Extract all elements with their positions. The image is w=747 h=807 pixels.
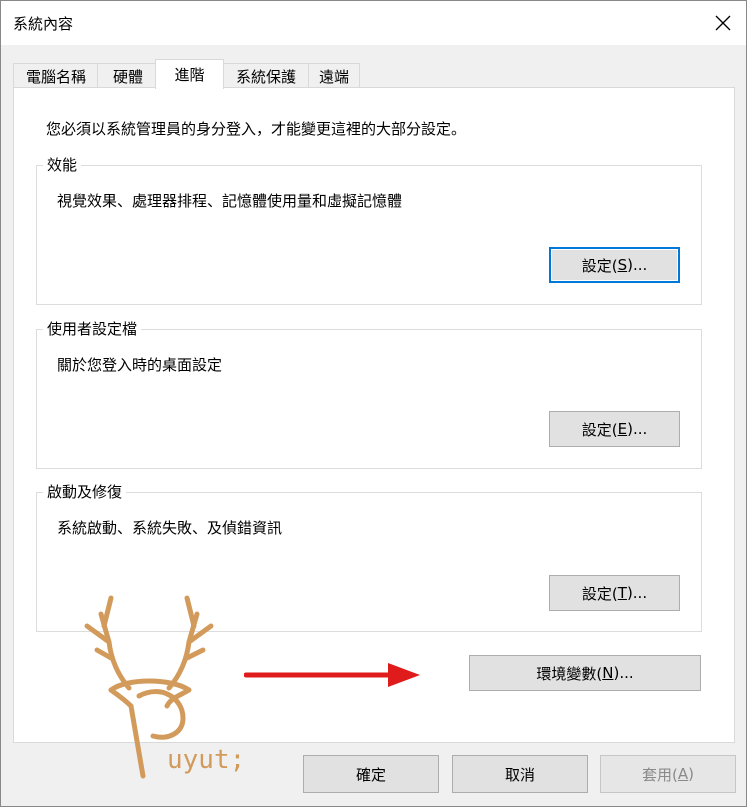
tab-system-protection[interactable]: 系統保護 xyxy=(222,63,310,88)
tab-label: 系統保護 xyxy=(235,67,296,86)
button-text-tail: ) xyxy=(688,765,694,783)
tab-remote[interactable]: 遠端 xyxy=(308,63,360,88)
button-text-tail: )... xyxy=(613,664,634,682)
performance-group: 效能 視覺效果、處理器排程、記憶體使用量和虛擬記憶體 設定(S)... xyxy=(36,154,702,305)
button-text: 取消 xyxy=(504,765,535,784)
tab-hardware[interactable]: 硬體 xyxy=(97,63,159,88)
intro-text: 您必須以系統管理員的身分登入，才能變更這裡的大部分設定。 xyxy=(46,120,467,138)
performance-settings-button[interactable]: 設定(S)... xyxy=(549,247,680,283)
access-key: E xyxy=(617,420,628,438)
button-text: 設定( xyxy=(581,420,618,439)
tab-label: 硬體 xyxy=(112,67,143,86)
access-key: N xyxy=(602,664,614,682)
button-text-tail: )... xyxy=(627,420,648,438)
button-text-tail: )... xyxy=(627,256,648,274)
environment-variables-button[interactable]: 環境變數(N)... xyxy=(469,655,701,691)
user-profiles-group: 使用者設定檔 關於您登入時的桌面設定 設定(E)... xyxy=(36,318,702,469)
window-title: 系統內容 xyxy=(13,15,74,33)
tab-label: 進階 xyxy=(174,66,205,84)
close-button[interactable] xyxy=(700,1,746,45)
button-text: 設定( xyxy=(581,256,618,275)
startup-recovery-desc: 系統啟動、系統失敗、及偵錯資訊 xyxy=(57,519,283,537)
startup-recovery-label: 啟動及修復 xyxy=(43,481,127,502)
startup-recovery-settings-button[interactable]: 設定(T)... xyxy=(549,575,680,611)
tab-computer-name[interactable]: 電腦名稱 xyxy=(13,63,99,88)
apply-button: 套用(A) xyxy=(600,755,736,793)
performance-label: 效能 xyxy=(43,154,82,175)
tab-label: 遠端 xyxy=(318,67,349,86)
tab-advanced[interactable]: 進階 xyxy=(155,59,224,89)
access-key: T xyxy=(617,584,627,602)
access-key: S xyxy=(617,256,628,274)
cancel-button[interactable]: 取消 xyxy=(452,755,588,793)
button-text: 套用( xyxy=(642,765,678,784)
access-key: A xyxy=(677,765,689,783)
svg-text:uyut;: uyut; xyxy=(167,745,245,775)
deer-watermark-logo: uyut; xyxy=(71,586,251,795)
user-profiles-label: 使用者設定檔 xyxy=(43,318,142,339)
button-text-tail: )... xyxy=(626,584,648,602)
performance-desc: 視覺效果、處理器排程、記憶體使用量和虛擬記憶體 xyxy=(57,192,403,210)
user-profiles-desc: 關於您登入時的桌面設定 xyxy=(57,356,223,374)
button-text: 確定 xyxy=(355,765,386,784)
title-bar[interactable]: 系統內容 xyxy=(1,1,746,45)
user-profiles-settings-button[interactable]: 設定(E)... xyxy=(549,411,680,447)
close-icon xyxy=(715,15,731,31)
button-text: 環境變數( xyxy=(536,664,603,683)
ok-button[interactable]: 確定 xyxy=(303,755,439,793)
tab-label: 電腦名稱 xyxy=(25,67,86,86)
red-arrow-icon xyxy=(244,663,420,687)
button-text: 設定( xyxy=(581,584,618,603)
system-properties-window: 系統內容 電腦名稱 硬體 進階 系統保護 遠端 您必須以系統管理員的身分登入，才… xyxy=(0,0,747,807)
